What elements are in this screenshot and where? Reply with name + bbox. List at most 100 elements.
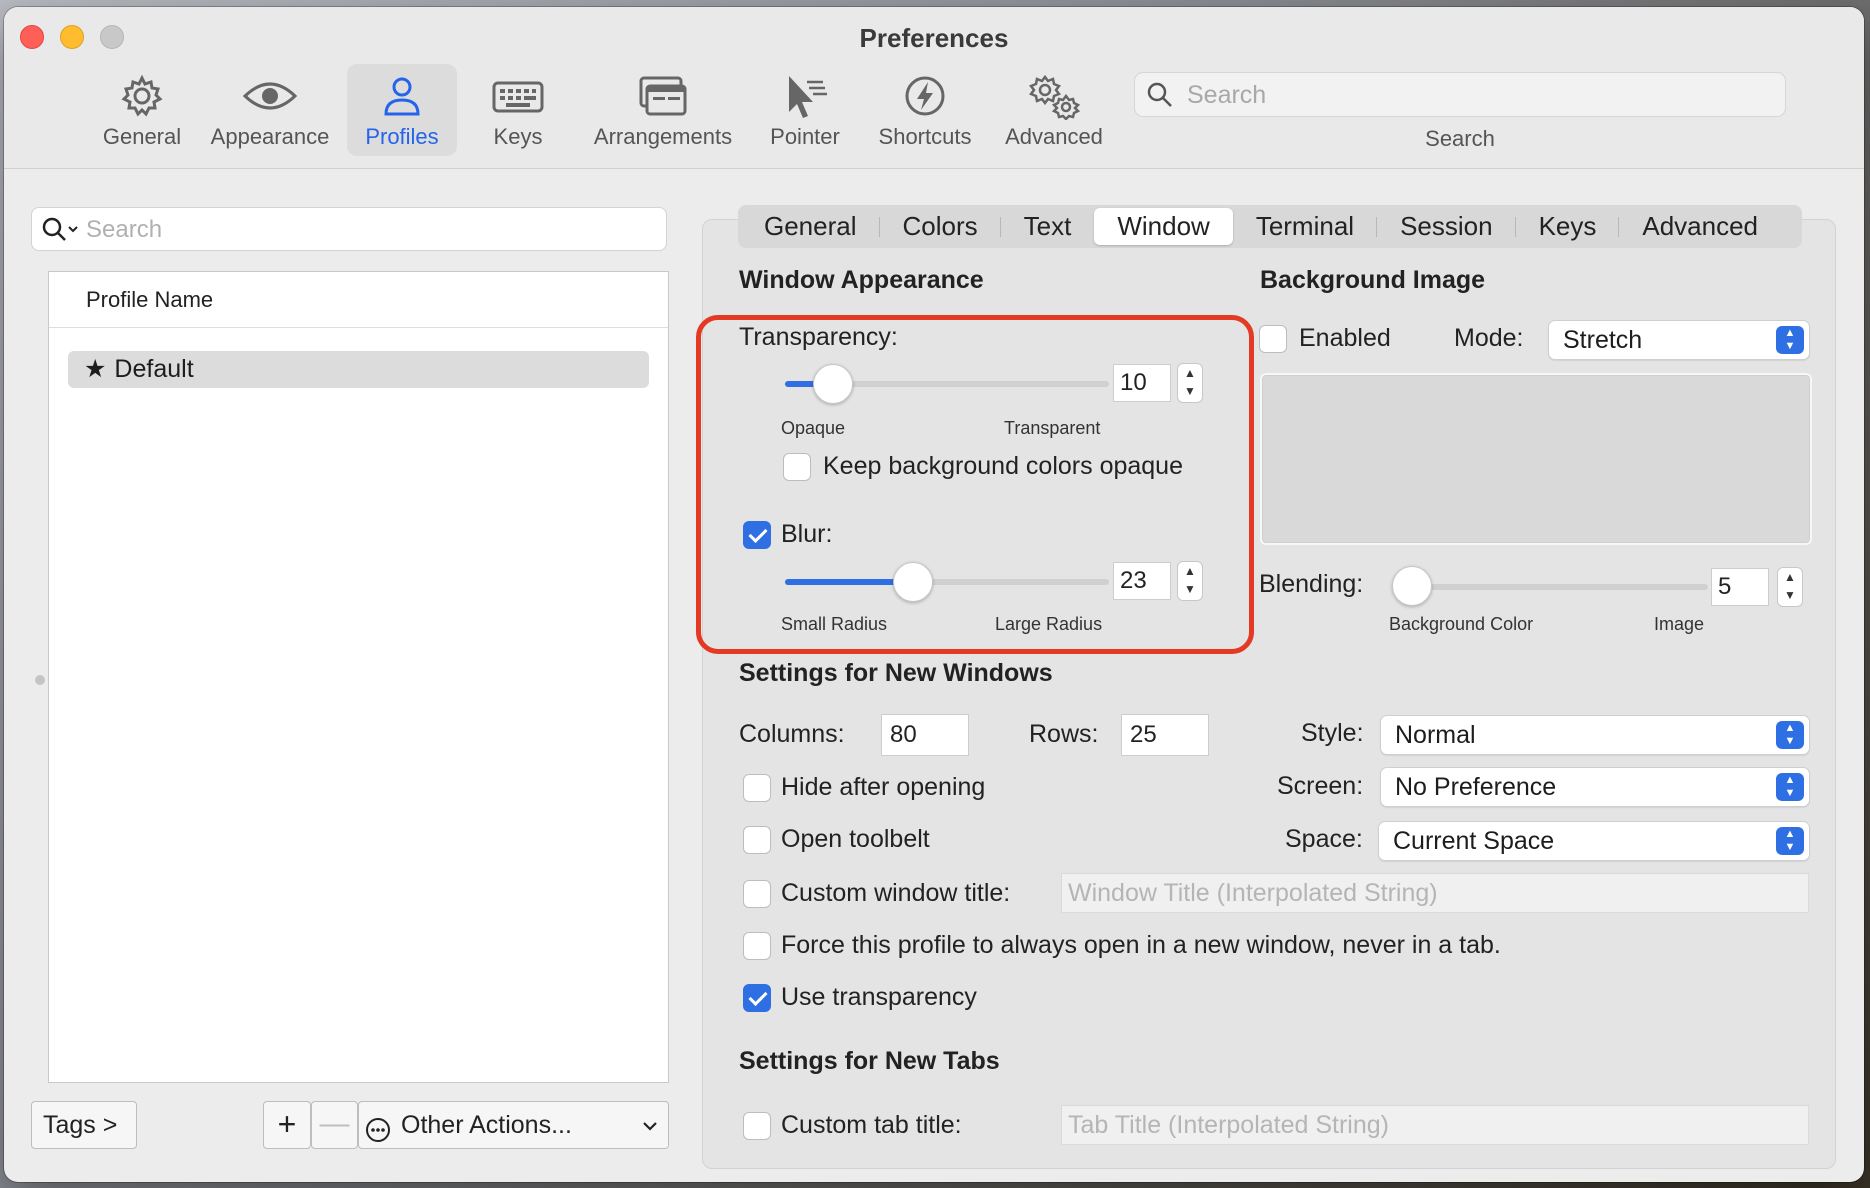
profile-search-field[interactable] [31, 207, 667, 251]
chevron-down-icon [642, 1103, 658, 1149]
custom-window-title-checkbox[interactable] [743, 880, 771, 908]
other-actions-label: Other Actions... [401, 1111, 572, 1139]
open-toolbelt-checkbox[interactable] [743, 826, 771, 854]
use-transparency-checkbox[interactable] [743, 984, 771, 1012]
tab-session[interactable]: Session [1377, 208, 1516, 245]
profile-row-default[interactable]: ★ Default [68, 351, 649, 388]
blending-slider-track[interactable] [1394, 584, 1708, 590]
search-caption: Search [1425, 126, 1495, 151]
popup-arrows-icon: ▲ ▼ [1776, 773, 1804, 801]
toolbar-label: Keys [493, 124, 543, 149]
search-icon [1147, 82, 1173, 113]
split-view-handle[interactable] [35, 675, 45, 685]
profile-list: Profile Name ★ Default [48, 271, 669, 1083]
tab-title-field[interactable]: Tab Title (Interpolated String) [1061, 1105, 1809, 1145]
force-new-window-checkbox[interactable] [743, 932, 771, 960]
popup-arrows-icon: ▲ ▼ [1776, 827, 1804, 855]
hide-after-opening-checkbox[interactable] [743, 774, 771, 802]
profile-tabs: General Colors Text Window Terminal Sess… [738, 205, 1802, 248]
toolbar-shortcuts[interactable]: Shortcuts [866, 64, 984, 156]
mode-label: Mode: [1454, 324, 1524, 352]
toolbar-arrangements[interactable]: Arrangements [582, 64, 744, 156]
toolbar-advanced[interactable]: Advanced [996, 64, 1112, 156]
open-toolbelt-label: Open toolbelt [781, 825, 930, 853]
ellipsis-circle-icon [365, 1112, 391, 1158]
window-appearance-heading: Window Appearance [739, 266, 984, 294]
tab-text[interactable]: Text [1001, 208, 1095, 245]
bg-enabled-checkbox[interactable] [1259, 325, 1287, 353]
custom-tab-title-checkbox[interactable] [743, 1112, 771, 1140]
gears-icon [996, 74, 1112, 124]
toolbar-appearance[interactable]: Appearance [202, 64, 338, 156]
new-tabs-heading: Settings for New Tabs [739, 1047, 1000, 1075]
tab-advanced[interactable]: Advanced [1619, 208, 1781, 245]
new-windows-heading: Settings for New Windows [739, 659, 1053, 687]
star-icon: ★ [84, 355, 107, 383]
toolbar-keys[interactable]: Keys [470, 64, 566, 156]
columns-field[interactable]: 80 [881, 714, 969, 756]
toolbar-profiles[interactable]: Profiles [347, 64, 457, 156]
gear-icon [90, 74, 194, 124]
tab-keys[interactable]: Keys [1516, 208, 1620, 245]
tab-terminal[interactable]: Terminal [1233, 208, 1378, 245]
toolbar-label: Appearance [210, 124, 330, 149]
bg-enabled-label: Enabled [1299, 324, 1391, 352]
blending-value-field[interactable]: 5 [1711, 568, 1769, 606]
remove-profile-button[interactable]: — [311, 1101, 358, 1149]
style-popup[interactable]: Normal ▲ ▼ [1380, 715, 1810, 755]
person-icon [347, 74, 457, 124]
tab-window[interactable]: Window [1094, 208, 1233, 245]
profile-search-input[interactable] [86, 214, 646, 246]
force-new-window-label: Force this profile to always open in a n… [781, 931, 1501, 959]
titlebar: Preferences General Appearance Profiles … [4, 7, 1864, 169]
window-title-field[interactable]: Window Title (Interpolated String) [1061, 873, 1809, 913]
pointer-icon [756, 74, 854, 124]
space-label: Space: [1285, 825, 1363, 853]
toolbar-search-input[interactable] [1187, 79, 1767, 111]
screen-popup[interactable]: No Preference ▲ ▼ [1380, 767, 1810, 807]
highlight-annotation [696, 315, 1254, 654]
custom-tab-title-label: Custom tab title: [781, 1111, 962, 1139]
window-title: Preferences [859, 23, 1009, 53]
tab-colors[interactable]: Colors [880, 208, 1001, 245]
keyboard-icon [470, 74, 566, 124]
preferences-window: Preferences General Appearance Profiles … [4, 7, 1864, 1182]
hide-after-opening-label: Hide after opening [781, 773, 986, 801]
image-label: Image [1654, 614, 1705, 634]
tags-button[interactable]: Tags > [31, 1101, 137, 1149]
space-popup[interactable]: Current Space ▲ ▼ [1378, 821, 1810, 861]
columns-label: Columns: [739, 720, 845, 748]
tab-general[interactable]: General [741, 208, 880, 245]
eye-icon [202, 74, 338, 124]
mode-popup[interactable]: Stretch ▲ ▼ [1548, 320, 1810, 360]
search-options-icon [42, 217, 80, 248]
blending-slider-knob[interactable] [1392, 566, 1432, 606]
blending-stepper[interactable]: ▲ ▼ [1777, 567, 1803, 607]
toolbar-pointer[interactable]: Pointer [756, 64, 854, 156]
popup-arrows-icon: ▲ ▼ [1776, 721, 1804, 749]
toolbar-label: General [102, 124, 182, 149]
windows-icon [582, 74, 744, 124]
style-value: Normal [1395, 721, 1476, 749]
style-label: Style: [1301, 719, 1364, 747]
toolbar-label: Shortcuts [878, 124, 972, 149]
background-image-well[interactable] [1260, 373, 1812, 545]
background-image-heading: Background Image [1260, 266, 1486, 294]
toolbar-label: Arrangements [593, 124, 733, 149]
profile-name: Default [114, 355, 194, 383]
toolbar-label: Profiles [365, 124, 439, 149]
background-color-label: Background Color [1389, 614, 1534, 634]
rows-field[interactable]: 25 [1121, 714, 1209, 756]
toolbar-label: Advanced [1005, 124, 1103, 149]
other-actions-button[interactable]: Other Actions... [358, 1101, 669, 1149]
add-profile-button[interactable]: + [263, 1101, 311, 1149]
toolbar-general[interactable]: General [90, 64, 194, 156]
blending-label: Blending: [1259, 570, 1364, 598]
toolbar-search-field[interactable] [1134, 72, 1786, 117]
screen-label: Screen: [1277, 772, 1364, 800]
profile-name-column-header[interactable]: Profile Name [49, 272, 668, 328]
custom-window-title-label: Custom window title: [781, 879, 1011, 907]
toolbar-label: Pointer [770, 124, 840, 149]
rows-label: Rows: [1029, 720, 1099, 748]
mode-value: Stretch [1563, 326, 1643, 354]
